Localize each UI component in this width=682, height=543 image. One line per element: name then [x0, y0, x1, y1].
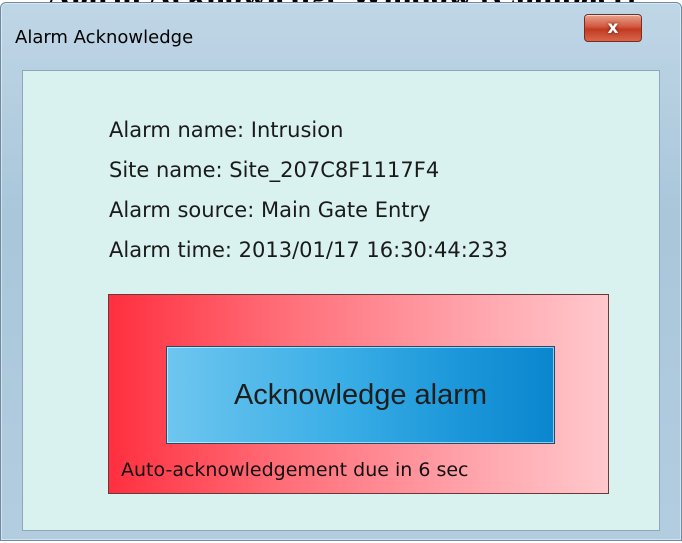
- auto-acknowledge-countdown: Auto-acknowledgement due in 6 sec: [121, 459, 469, 481]
- alarm-acknowledge-dialog: Alarm Acknowledge x Alarm name: Intrusio…: [0, 2, 682, 541]
- close-button[interactable]: x: [584, 14, 642, 42]
- dialog-content-area: Alarm name: Intrusion Site name: Site_20…: [22, 70, 660, 531]
- acknowledge-alarm-label: Acknowledge alarm: [233, 378, 488, 411]
- close-icon: x: [607, 18, 619, 38]
- alarm-action-panel: Acknowledge alarm Auto-acknowledgement d…: [108, 294, 609, 494]
- alarm-name-text: Alarm name: Intrusion: [109, 118, 344, 142]
- acknowledge-alarm-button[interactable]: Acknowledge alarm: [166, 346, 555, 444]
- alarm-time-text: Alarm time: 2013/01/17 16:30:44:233: [109, 238, 508, 262]
- window-title: Alarm Acknowledge: [15, 27, 194, 48]
- alarm-source-text: Alarm source: Main Gate Entry: [109, 198, 431, 222]
- site-name-text: Site name: Site_207C8F1117F4: [109, 158, 440, 182]
